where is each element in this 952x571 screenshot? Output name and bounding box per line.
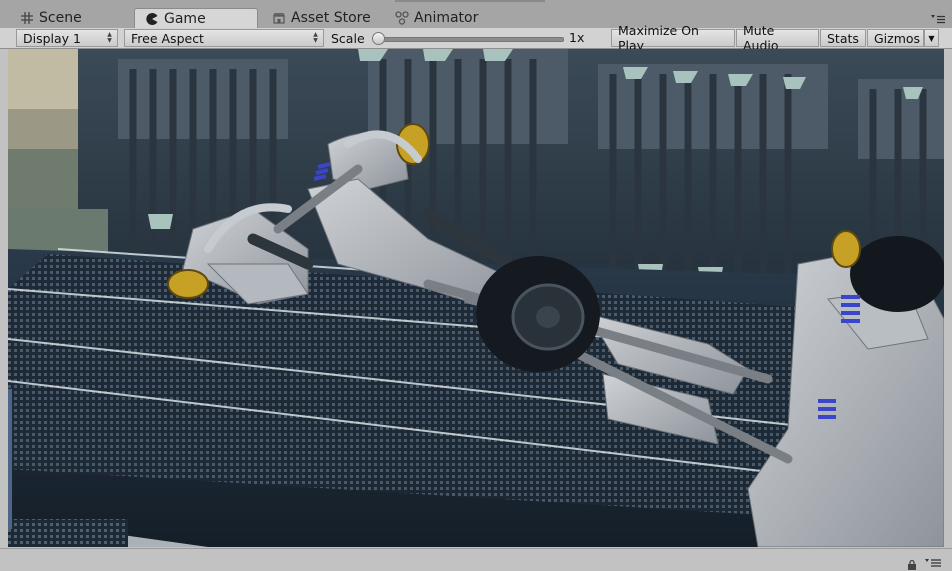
unity-game-window: Scene Game Asset Store Animator Display … bbox=[0, 0, 952, 571]
animator-icon bbox=[395, 11, 409, 25]
grid-icon bbox=[20, 11, 34, 25]
scale-control: Scale 1x bbox=[326, 29, 610, 47]
mute-audio-toggle[interactable]: Mute Audio bbox=[736, 23, 819, 53]
pacman-icon bbox=[145, 12, 159, 26]
game-viewport[interactable] bbox=[8, 49, 944, 547]
aspect-dropdown-label: Free Aspect bbox=[131, 30, 204, 46]
bottom-bar bbox=[0, 548, 952, 571]
tab-asset-store[interactable]: Asset Store bbox=[266, 8, 377, 28]
gizmos-dropdown-arrow[interactable]: ▼ bbox=[924, 29, 939, 47]
tab-game-label: Game bbox=[164, 11, 206, 27]
tab-animator-label: Animator bbox=[414, 10, 479, 26]
lock-icon[interactable] bbox=[906, 559, 918, 571]
scale-value: 1x bbox=[569, 30, 585, 45]
store-icon bbox=[272, 11, 286, 25]
game-toolbar: Display 1 ▲ ▼ Free Aspect ▲ ▼ Scale 1x Max… bbox=[0, 23, 952, 53]
tab-strip-divider bbox=[395, 0, 545, 2]
tab-menu-icon[interactable] bbox=[930, 14, 946, 24]
viewport-edge-marker bbox=[8, 389, 12, 529]
display-dropdown[interactable]: Display 1 ▲ ▼ bbox=[16, 29, 118, 47]
scale-label: Scale bbox=[331, 30, 365, 46]
aspect-dropdown[interactable]: Free Aspect ▲ ▼ bbox=[124, 29, 324, 47]
tab-animator[interactable]: Animator bbox=[389, 8, 484, 28]
tab-scene[interactable]: Scene bbox=[14, 8, 88, 28]
gizmos-toggle[interactable]: Gizmos bbox=[867, 29, 924, 47]
display-dropdown-label: Display 1 bbox=[23, 30, 82, 46]
chevron-down-icon: ▼ bbox=[928, 33, 935, 43]
maximize-on-play-toggle[interactable]: Maximize On Play bbox=[611, 23, 735, 53]
panel-menu-icon[interactable] bbox=[925, 558, 941, 570]
rendered-scene bbox=[8, 49, 944, 547]
gizmos-label: Gizmos bbox=[874, 30, 921, 46]
updown-arrows-icon: ▲ ▼ bbox=[107, 31, 112, 44]
stats-toggle[interactable]: Stats bbox=[820, 29, 866, 47]
updown-arrows-icon: ▲ ▼ bbox=[313, 31, 318, 44]
stats-label: Stats bbox=[827, 30, 859, 46]
tab-game[interactable]: Game bbox=[134, 8, 258, 29]
tab-scene-label: Scene bbox=[39, 10, 82, 26]
tab-asset-store-label: Asset Store bbox=[291, 10, 371, 26]
scale-slider-handle[interactable] bbox=[372, 32, 385, 45]
scale-slider-track[interactable] bbox=[378, 37, 564, 42]
